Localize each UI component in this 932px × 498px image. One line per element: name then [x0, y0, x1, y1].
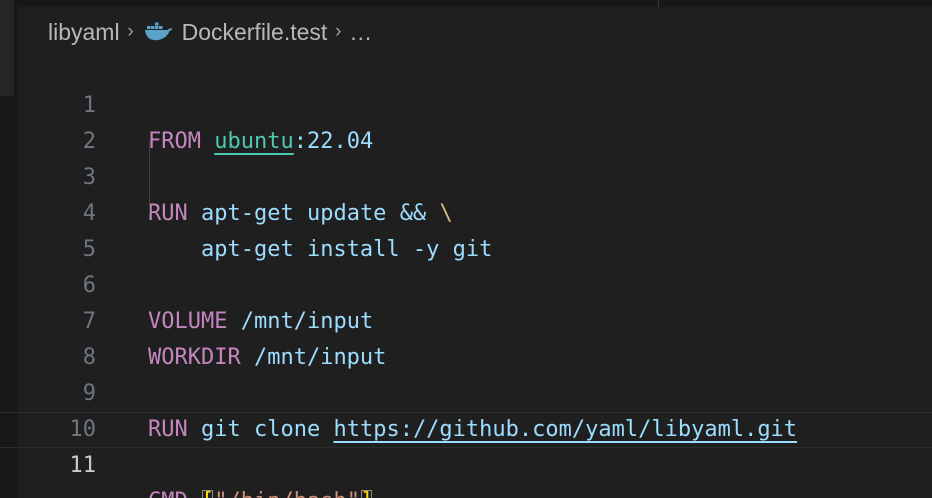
chevron-right-icon: ›	[335, 21, 342, 42]
breadcrumb-folder[interactable]: libyaml	[48, 19, 120, 46]
code-line: 4 apt-get install -y git	[0, 160, 932, 262]
string-token: "/bin/bash"	[214, 489, 360, 498]
code-line: 7 WORKDIR /mnt/input	[0, 268, 932, 370]
tab-separator	[658, 0, 659, 7]
docker-whale-icon	[144, 20, 174, 44]
bracket-close-token: ]	[360, 489, 373, 498]
breadcrumb: libyaml › Dockerfile.test › …	[48, 15, 372, 49]
code-line: 3 RUN apt-get update && \	[0, 124, 932, 226]
tab-bar-edge	[18, 0, 932, 7]
keyword-token: CMD	[148, 489, 188, 498]
code-line: 9 RUN git clone https://github.com/yaml/…	[0, 340, 932, 442]
code-line: 6 VOLUME /mnt/input	[0, 232, 932, 334]
code-editor[interactable]: 1 FROM ubuntu:22.04 2 3 RUN apt-get upda…	[0, 52, 932, 498]
breadcrumb-file[interactable]: Dockerfile.test	[182, 19, 328, 46]
code-line: 10	[0, 376, 932, 442]
indent-guide	[149, 142, 150, 214]
chevron-right-icon: ›	[127, 21, 134, 42]
code-line: 8	[0, 304, 932, 370]
code-line: 5	[0, 196, 932, 262]
code-line-current: 11 CMD ["/bin/bash"]	[0, 412, 932, 498]
line-number: 11	[69, 453, 97, 478]
breadcrumb-ellipsis[interactable]: …	[349, 19, 372, 46]
line-content: CMD ["/bin/bash"]	[148, 484, 373, 498]
bracket-open-token: [	[201, 489, 214, 498]
code-line: 2	[0, 88, 932, 154]
editor-window: libyaml › Dockerfile.test › … 1 FROM ubu…	[0, 0, 932, 498]
code-line: 1 FROM ubuntu:22.04	[0, 52, 932, 154]
